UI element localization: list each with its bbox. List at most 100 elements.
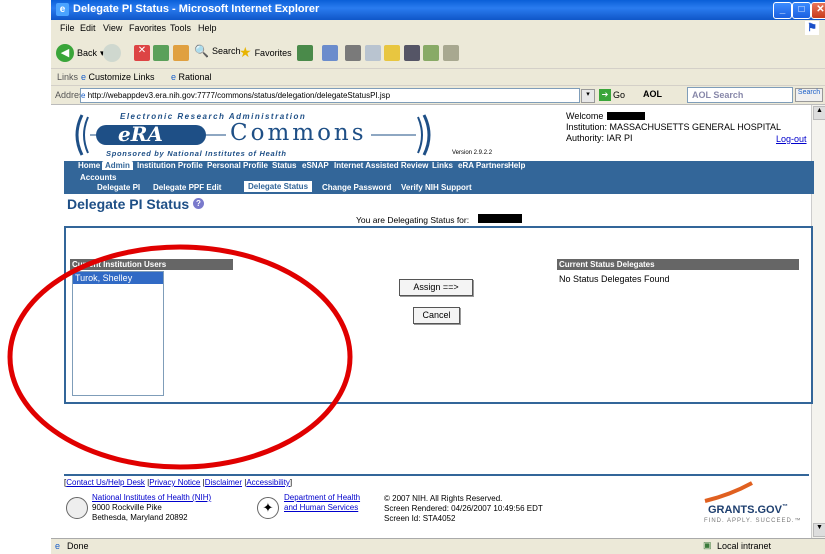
aol-search-button[interactable]: Search	[795, 88, 823, 102]
grants-swoosh-icon	[704, 481, 753, 503]
address-dropdown-icon[interactable]: ▾	[581, 89, 595, 103]
privacy-link[interactable]: Privacy Notice	[149, 478, 200, 487]
hhs-link-2[interactable]: and Human Services	[284, 503, 358, 512]
ie-link-icon: e	[81, 72, 87, 82]
nav-home[interactable]: Home	[78, 161, 100, 170]
nav-accounts[interactable]: Accounts	[80, 173, 116, 182]
nav-internet-assisted-review[interactable]: Internet Assisted Review	[334, 161, 428, 170]
links-label: Links	[57, 72, 79, 82]
history-icon[interactable]	[297, 45, 313, 61]
subnav-delegate-ppf-edit[interactable]: Delegate PPF Edit	[153, 183, 221, 192]
url-input[interactable]: e http://webappdev3.era.nih.gov:7777/com…	[80, 88, 580, 103]
go-button[interactable]: ➔ Go	[599, 89, 625, 101]
folder-icon[interactable]	[384, 45, 400, 61]
contact-link[interactable]: Contact Us/Help Desk	[66, 478, 145, 487]
forward-button[interactable]	[103, 44, 121, 62]
nav-institution-profile[interactable]: Institution Profile	[137, 161, 203, 170]
home-icon[interactable]	[173, 45, 189, 61]
menu-tools[interactable]: Tools	[170, 23, 191, 33]
subnav-verify-nih-support[interactable]: Verify NIH Support	[401, 183, 472, 192]
refresh-icon[interactable]	[153, 45, 169, 61]
nih-seal-icon	[66, 497, 88, 519]
stop-icon[interactable]: ✕	[134, 45, 150, 61]
intranet-icon: ▣	[703, 540, 712, 550]
research-icon[interactable]	[443, 45, 459, 61]
window-title: Delegate PI Status - Microsoft Internet …	[73, 3, 320, 15]
footer-links: [Contact Us/Help Desk |Privacy Notice |D…	[64, 478, 293, 487]
subnav-delegate-pi[interactable]: Delegate PI	[97, 183, 140, 192]
close-button[interactable]: ✕	[811, 2, 825, 19]
scroll-up-icon[interactable]: ▲	[813, 106, 825, 120]
hhs-link-1[interactable]: Department of Health	[284, 493, 360, 502]
nav-links[interactable]: Links	[432, 161, 453, 170]
welcome-text: Welcome	[566, 111, 604, 121]
links-bar: Links e Customize Links e Rational	[51, 69, 825, 86]
logout-link[interactable]: Log-out	[776, 134, 807, 144]
menu-file[interactable]: File	[60, 23, 75, 33]
authority-text: Authority: IAR PI	[566, 133, 633, 143]
era-wordmark: eRA	[118, 122, 163, 146]
media-icon[interactable]	[423, 45, 439, 61]
aol-label[interactable]: AOL	[643, 89, 662, 99]
delegating-text: You are Delegating Status for:	[356, 215, 470, 225]
screen-id-text: Screen Id: STA4052	[384, 514, 456, 523]
cancel-button[interactable]: Cancel	[413, 307, 460, 324]
maximize-button[interactable]: □	[792, 2, 811, 19]
assign-button[interactable]: Assign ==>	[399, 279, 473, 296]
sub-nav: Accounts Delegate PI Delegate PPF Edit D…	[64, 173, 814, 194]
address-bar: Address e http://webappdev3.era.nih.gov:…	[51, 86, 825, 105]
favorites-button[interactable]: ★ Favorites	[239, 44, 292, 61]
menu-edit[interactable]: Edit	[80, 23, 96, 33]
nav-era-partners[interactable]: eRA Partners	[458, 161, 508, 170]
nih-link[interactable]: National Institutes of Health (NIH)	[92, 493, 211, 502]
back-button[interactable]: ◀ Back▾	[56, 44, 105, 62]
scroll-down-icon[interactable]: ▼	[813, 523, 825, 537]
aol-search-input[interactable]: AOL Search	[687, 87, 793, 103]
search-button[interactable]: 🔍 Search	[194, 44, 240, 58]
link-customize[interactable]: e Customize Links	[81, 72, 155, 82]
nav-status[interactable]: Status	[272, 161, 296, 170]
nav-admin[interactable]: Admin	[102, 161, 133, 170]
nav-esnap[interactable]: eSNAP	[302, 161, 329, 170]
messenger-icon[interactable]	[404, 45, 420, 61]
institution-text: Institution: MASSACHUSETTS GENERAL HOSPI…	[566, 122, 782, 132]
edit-icon[interactable]	[365, 45, 381, 61]
subnav-change-password[interactable]: Change Password	[322, 183, 391, 192]
print-icon[interactable]	[345, 45, 361, 61]
minimize-button[interactable]: _	[773, 2, 792, 19]
menu-view[interactable]: View	[103, 23, 122, 33]
subnav-delegate-status[interactable]: Delegate Status	[244, 181, 313, 192]
link-rational[interactable]: e Rational	[171, 72, 212, 82]
ie-icon: e	[56, 3, 69, 16]
commons-wordmark: Commons	[226, 120, 371, 146]
main-nav: Home Admin Institution Profile Personal …	[64, 161, 814, 173]
title-bar: e Delegate PI Status - Microsoft Interne…	[51, 0, 825, 20]
toolbar: ◀ Back▾ ✕ 🔍 Search ★ Favorites	[51, 37, 825, 69]
hhs-seal-icon: ✦	[257, 497, 279, 519]
back-arrow-icon: ◀	[56, 44, 74, 62]
menu-favorites[interactable]: Favorites	[129, 23, 166, 33]
grants-gov-logo: GRANTS.GOV™	[708, 504, 788, 516]
annotation-ellipse	[7, 244, 353, 470]
disclaimer-link[interactable]: Disclaimer	[205, 478, 242, 487]
mail-icon[interactable]	[322, 45, 338, 61]
copyright-text: © 2007 NIH. All Rights Reserved.	[384, 494, 503, 503]
redacted-name	[607, 112, 645, 120]
nav-help[interactable]: Help	[508, 161, 525, 170]
menu-help[interactable]: Help	[198, 23, 217, 33]
rendered-text: Screen Rendered: 04/26/2007 10:49:56 EDT	[384, 504, 543, 513]
star-icon: ★	[239, 44, 252, 60]
ie-link-icon: e	[171, 72, 177, 82]
no-delegates-text: No Status Delegates Found	[559, 274, 670, 284]
menu-bar: File Edit View Favorites Tools Help ⚑	[51, 20, 825, 38]
nih-address-1: 9000 Rockville Pike	[92, 503, 162, 512]
status-bar: e Done ▣ Local intranet	[51, 538, 825, 554]
help-icon[interactable]: ?	[193, 198, 204, 209]
windows-logo-icon: ⚑	[805, 21, 819, 35]
page-icon: e	[81, 91, 86, 100]
version-text: Version 2.9.2.2	[452, 150, 493, 156]
nav-personal-profile[interactable]: Personal Profile	[207, 161, 268, 170]
footer-divider	[64, 474, 809, 476]
accessibility-link[interactable]: Accessibility	[246, 478, 290, 487]
zone-text: Local intranet	[717, 541, 772, 551]
